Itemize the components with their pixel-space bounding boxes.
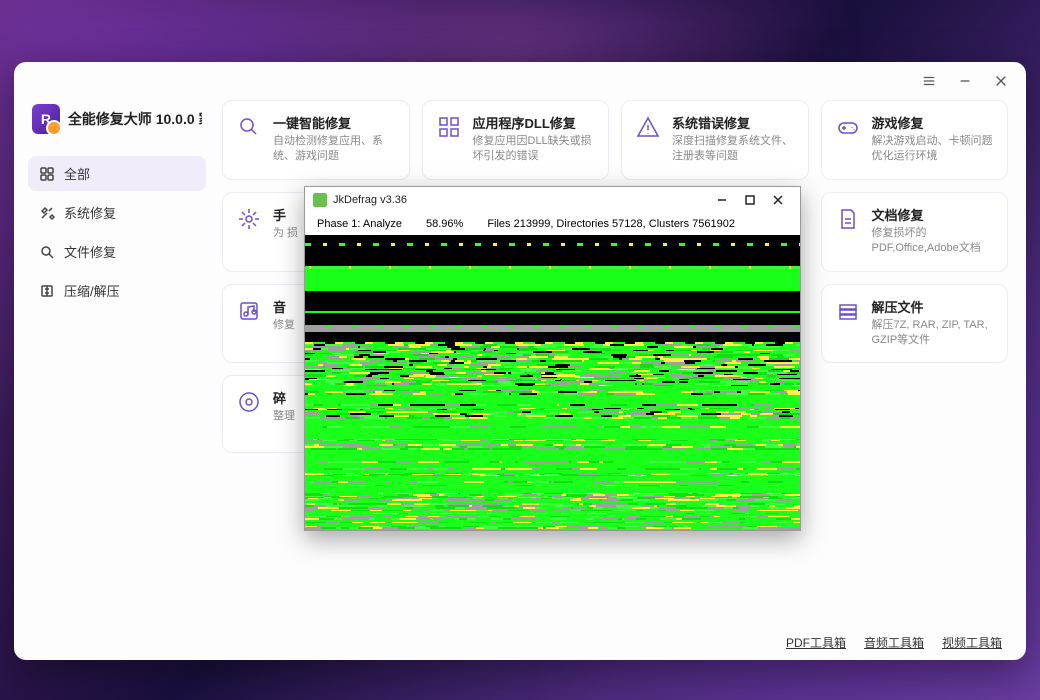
menu-button[interactable] (920, 72, 938, 90)
card-title: 文档修复 (872, 205, 996, 224)
card-desc: 整理 (273, 409, 295, 424)
card-system-error[interactable]: 系统错误修复 深度扫描修复系统文件、注册表等问题 (621, 100, 809, 180)
jkdefrag-canvas (305, 235, 800, 530)
card-desc: 解决游戏启动、卡顿问题优化运行环境 (872, 134, 996, 165)
card-desc: 修复应用因DLL缺失或损坏引发的错误 (473, 134, 597, 165)
card-title: 碎 (273, 388, 295, 407)
jkdefrag-minimize-button[interactable] (708, 190, 736, 210)
jkdefrag-maximize-button[interactable] (736, 190, 764, 210)
sidebar-item-label: 系统修复 (64, 203, 116, 222)
defrag-icon (235, 388, 263, 416)
close-button[interactable] (992, 72, 1010, 90)
card-desc: 深度扫描修复系统文件、注册表等问题 (672, 134, 796, 165)
card-desc: 修复损坏的PDF,Office,Adobe文档 (872, 226, 996, 257)
jkdefrag-percent: 58.96% (426, 218, 463, 230)
card-dll-repair[interactable]: 应用程序DLL修复 修复应用因DLL缺失或损坏引发的错误 (422, 100, 610, 180)
search-icon (38, 243, 56, 261)
card-desc: 为 损 (273, 226, 298, 241)
card-title: 应用程序DLL修复 (473, 113, 597, 132)
card-title: 系统错误修复 (672, 113, 796, 132)
card-title: 游戏修复 (872, 113, 996, 132)
card-game-repair[interactable]: 游戏修复 解决游戏启动、卡顿问题优化运行环境 (821, 100, 1009, 180)
footer-link-audio[interactable]: 音频工具箱 (864, 634, 924, 651)
game-icon (834, 113, 862, 141)
titlebar (14, 62, 1026, 100)
brand: R 全能修复大师 10.0.0 家 (28, 100, 206, 152)
app-icon: R (32, 104, 60, 134)
jkdefrag-title: JkDefrag v3.36 (333, 194, 407, 206)
manual-icon (235, 205, 263, 233)
card-title: 解压文件 (872, 297, 996, 316)
jkdefrag-window[interactable]: JkDefrag v3.36 Phase 1: Analyze 58.96% F… (304, 186, 801, 531)
minimize-button[interactable] (956, 72, 974, 90)
jkdefrag-stats: Files 213999, Directories 57128, Cluster… (487, 218, 735, 230)
jkdefrag-status: Phase 1: Analyze 58.96% Files 213999, Di… (305, 213, 800, 235)
magic-icon (235, 113, 263, 141)
archive-icon (38, 282, 56, 300)
app-title: 全能修复大师 10.0.0 家 (68, 109, 202, 129)
grid-icon (38, 165, 56, 183)
card-title: 音 (273, 297, 295, 316)
sidebar-item-compress[interactable]: 压缩/解压 (28, 273, 206, 308)
sidebar-item-label: 压缩/解压 (64, 281, 120, 300)
warning-icon (634, 113, 662, 141)
jkdefrag-close-button[interactable] (764, 190, 792, 210)
card-desc: 解压7Z, RAR, ZIP, TAR, GZIP等文件 (872, 318, 996, 349)
card-smart-repair[interactable]: 一键智能修复 自动检测修复应用、系统、游戏问题 (222, 100, 410, 180)
card-title: 手 (273, 205, 298, 224)
card-desc: 自动检测修复应用、系统、游戏问题 (273, 134, 397, 165)
unzip-icon (834, 297, 862, 325)
card-title: 一键智能修复 (273, 113, 397, 132)
audio-icon (235, 297, 263, 325)
footer: PDF工具箱 音频工具箱 视频工具箱 (14, 624, 1026, 660)
dll-icon (435, 113, 463, 141)
card-doc-repair[interactable]: 文档修复 修复损坏的PDF,Office,Adobe文档 (821, 192, 1009, 272)
jkdefrag-icon (313, 193, 327, 207)
card-desc: 修复 (273, 318, 295, 333)
card-unzip[interactable]: 解压文件 解压7Z, RAR, ZIP, TAR, GZIP等文件 (821, 284, 1009, 364)
sidebar: R 全能修复大师 10.0.0 家 全部 系统修复 文件修复 (14, 100, 214, 624)
jkdefrag-titlebar[interactable]: JkDefrag v3.36 (305, 187, 800, 213)
jkdefrag-phase: Phase 1: Analyze (317, 218, 402, 230)
doc-icon (834, 205, 862, 233)
sidebar-item-label: 全部 (64, 164, 90, 183)
sidebar-item-label: 文件修复 (64, 242, 116, 261)
sidebar-item-file[interactable]: 文件修复 (28, 234, 206, 269)
sidebar-item-all[interactable]: 全部 (28, 156, 206, 191)
footer-link-video[interactable]: 视频工具箱 (942, 634, 1002, 651)
footer-link-pdf[interactable]: PDF工具箱 (786, 634, 846, 651)
tools-icon (38, 204, 56, 222)
sidebar-item-system[interactable]: 系统修复 (28, 195, 206, 230)
